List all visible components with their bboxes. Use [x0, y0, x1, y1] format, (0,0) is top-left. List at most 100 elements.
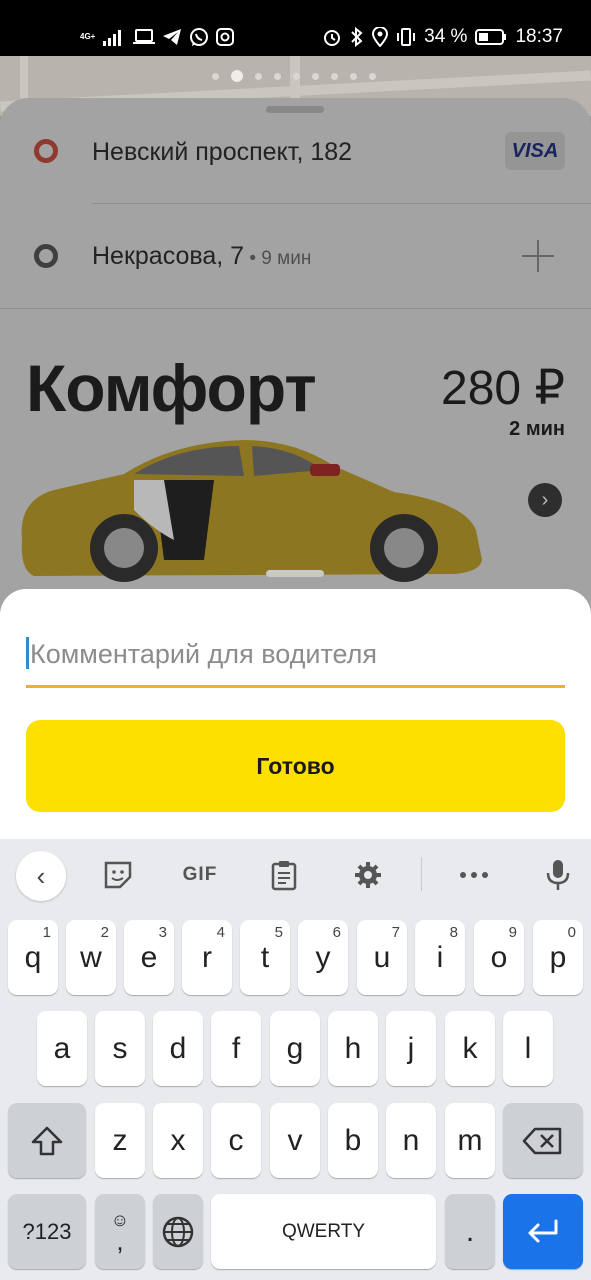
- period-key[interactable]: .: [445, 1194, 495, 1269]
- route-from-row[interactable]: Невский проспект, 182 VISA: [0, 98, 591, 202]
- order-card: Невский проспект, 182 VISA Некрасова, 7 …: [0, 98, 591, 618]
- key-u[interactable]: u7: [357, 920, 407, 995]
- key-b[interactable]: b: [328, 1103, 378, 1178]
- shift-key[interactable]: [8, 1103, 86, 1178]
- key-hint: 2: [100, 924, 109, 941]
- payment-visa-button[interactable]: VISA: [505, 132, 565, 170]
- key-label: i: [436, 940, 444, 974]
- key-i[interactable]: i8: [415, 920, 465, 995]
- key-h[interactable]: h: [328, 1011, 378, 1086]
- pager-dot-active: [231, 70, 243, 82]
- taxi-car-image: [21, 440, 482, 582]
- key-r[interactable]: r4: [182, 920, 232, 995]
- key-x[interactable]: x: [153, 1103, 203, 1178]
- space-key[interactable]: QWERTY: [211, 1194, 436, 1269]
- backspace-key[interactable]: [503, 1103, 583, 1178]
- key-e[interactable]: e3: [124, 920, 174, 995]
- key-l[interactable]: l: [503, 1011, 553, 1086]
- route-from: Невский проспект, 182: [92, 138, 353, 166]
- pager-dot: [331, 72, 338, 80]
- key-d[interactable]: d: [153, 1011, 203, 1086]
- pager-dot: [350, 72, 357, 80]
- key-y[interactable]: y6: [298, 920, 348, 995]
- key-label: u: [373, 940, 391, 974]
- shift-arrow-icon: [31, 1126, 63, 1155]
- key-label: y: [315, 940, 331, 974]
- symbols-key[interactable]: ?123: [8, 1194, 86, 1269]
- gear-icon-svg: [355, 862, 381, 888]
- key-m[interactable]: m: [445, 1103, 495, 1178]
- card-grabber-bottom[interactable]: [266, 570, 324, 577]
- emoji-comma-key[interactable]: ☺ ,: [95, 1194, 145, 1269]
- route-to-eta: • 9 мин: [244, 248, 312, 269]
- done-button[interactable]: Готово: [26, 720, 565, 812]
- comment-sheet: Готово: [0, 589, 591, 839]
- key-hint: 5: [274, 924, 283, 941]
- laptop-icon: [133, 29, 156, 44]
- origin-dot-icon: [34, 139, 58, 163]
- tariff-eta: 2 мин: [509, 418, 565, 440]
- clipboard-icon[interactable]: [262, 851, 306, 899]
- whatsapp-icon: [190, 28, 209, 46]
- microphone-icon[interactable]: [536, 851, 580, 899]
- route-to-row[interactable]: Некрасова, 7 • 9 мин: [0, 204, 591, 308]
- pager-dot: [293, 72, 300, 80]
- next-tariff-arrow-icon[interactable]: ›: [528, 483, 562, 517]
- key-hint: 0: [567, 924, 576, 941]
- pager-dot: [212, 72, 219, 80]
- key-j[interactable]: j: [386, 1011, 436, 1086]
- network-type: 4G+: [80, 32, 96, 41]
- key-hint: 3: [158, 924, 167, 941]
- key-f[interactable]: f: [211, 1011, 261, 1086]
- key-hint: 7: [391, 924, 400, 941]
- key-c[interactable]: c: [211, 1103, 261, 1178]
- route-to: Некрасова, 7 • 9 мин: [92, 242, 311, 271]
- more-options-icon[interactable]: [452, 851, 496, 899]
- dots-icon-svg: [460, 872, 488, 878]
- key-label: q: [24, 940, 42, 974]
- settings-gear-icon[interactable]: [346, 851, 390, 899]
- keyboard-toolbar: ‹ GIF: [0, 839, 591, 913]
- key-n[interactable]: n: [386, 1103, 436, 1178]
- toolbar-separator: [421, 857, 422, 891]
- backspace-icon: [522, 1127, 562, 1154]
- key-o[interactable]: o9: [474, 920, 524, 995]
- tariff-pager: [212, 70, 376, 82]
- location-icon: [372, 27, 389, 47]
- key-hint: 1: [42, 924, 51, 941]
- key-w[interactable]: w2: [66, 920, 116, 995]
- key-v[interactable]: v: [270, 1103, 320, 1178]
- tariff-name: Комфорт: [26, 351, 317, 425]
- alarm-icon: [324, 30, 341, 46]
- instagram-icon: [216, 28, 235, 46]
- key-label: p: [549, 940, 567, 974]
- bluetooth-icon: [351, 27, 363, 47]
- key-z[interactable]: z: [95, 1103, 145, 1178]
- key-p[interactable]: p0: [533, 920, 583, 995]
- key-g[interactable]: g: [270, 1011, 320, 1086]
- enter-key[interactable]: [503, 1194, 583, 1269]
- key-label: o: [490, 940, 508, 974]
- tariff-price: 280 ₽: [441, 362, 565, 415]
- key-a[interactable]: a: [37, 1011, 87, 1086]
- key-label: r: [202, 940, 212, 974]
- gif-button[interactable]: GIF: [174, 851, 226, 899]
- sticker-icon[interactable]: [96, 851, 140, 899]
- enter-arrow-icon: [528, 1219, 558, 1242]
- globe-icon: [162, 1216, 194, 1247]
- key-t[interactable]: t5: [240, 920, 290, 995]
- signal-icon: [103, 30, 122, 46]
- back-chevron-icon[interactable]: ‹: [16, 851, 66, 901]
- pager-dot: [369, 72, 376, 80]
- key-label: e: [140, 940, 158, 974]
- add-stop-plus-icon[interactable]: [520, 238, 556, 274]
- key-q[interactable]: q1: [8, 920, 58, 995]
- language-globe-key[interactable]: [153, 1194, 203, 1269]
- input-underline: [26, 685, 565, 688]
- key-k[interactable]: k: [445, 1011, 495, 1086]
- driver-comment-input[interactable]: [26, 633, 565, 675]
- clipboard-icon-svg: [271, 861, 297, 891]
- key-s[interactable]: s: [95, 1011, 145, 1086]
- soft-keyboard: ‹ GIF q 1 w 2 e 3 r 4 t 5 y 6 u 7 i 8 o …: [0, 839, 591, 1280]
- clock: 18:37: [515, 26, 563, 47]
